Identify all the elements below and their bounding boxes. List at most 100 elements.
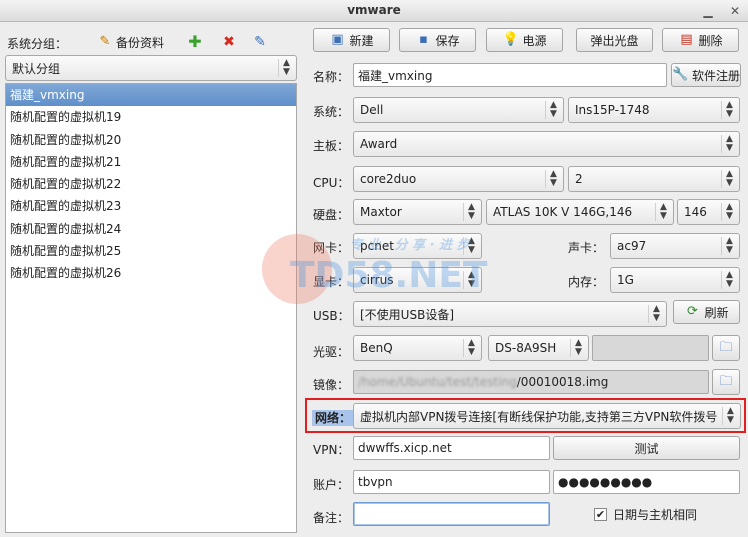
vm-list[interactable]: 福建_vmxing 随机配置的虚拟机19 随机配置的虚拟机20 随机配置的虚拟机… bbox=[5, 83, 297, 533]
system-vendor-select[interactable]: Dell ▲ ▼ bbox=[353, 97, 564, 123]
list-item[interactable]: 随机配置的虚拟机21 bbox=[6, 151, 296, 173]
cpu-label: CPU： bbox=[313, 176, 350, 190]
list-item[interactable]: 福建_vmxing bbox=[6, 84, 296, 107]
mem-value: 1G bbox=[617, 273, 634, 287]
optical-label: 光驱： bbox=[313, 345, 350, 359]
delete-button[interactable]: ▤ 删除 bbox=[662, 28, 739, 52]
password-field[interactable]: ●●●●●●●●● bbox=[553, 470, 740, 494]
account-field[interactable]: tbvpn bbox=[353, 470, 550, 494]
disk-model-select[interactable]: ATLAS 10K V 146G,146 ▲ ▼ bbox=[486, 199, 674, 225]
network-label: 网络： bbox=[312, 409, 355, 426]
combo-arrow-icon: ▲ ▼ bbox=[570, 339, 584, 357]
account-label: 账户： bbox=[313, 478, 350, 492]
minimize-icon[interactable]: ▁ bbox=[700, 3, 716, 19]
board-value: Award bbox=[360, 137, 398, 151]
delete-group-icon[interactable]: ✖ bbox=[221, 34, 237, 50]
new-label: 新建 bbox=[349, 33, 374, 48]
test-label: 测试 bbox=[634, 441, 659, 456]
nic-label: 网卡： bbox=[313, 241, 350, 255]
optical-vendor-value: BenQ bbox=[360, 341, 393, 355]
disk-label: 硬盘： bbox=[313, 208, 350, 222]
list-item[interactable]: 随机配置的虚拟机25 bbox=[6, 240, 296, 262]
disk-vendor-select[interactable]: Maxtor ▲ ▼ bbox=[353, 199, 482, 225]
cpu-count-value: 2 bbox=[575, 172, 583, 186]
new-icon: ▣ bbox=[331, 32, 344, 47]
list-item[interactable]: 随机配置的虚拟机20 bbox=[6, 129, 296, 151]
checkbox-checked-icon: ✔ bbox=[594, 508, 607, 521]
list-item[interactable]: 随机配置的虚拟机22 bbox=[6, 173, 296, 195]
sync-date-label: 日期与主机相同 bbox=[613, 508, 698, 522]
combo-arrow-icon: ▲ ▼ bbox=[655, 203, 669, 221]
name-label: 名称： bbox=[313, 70, 350, 84]
edit-group-icon[interactable]: ✎ bbox=[252, 34, 268, 50]
network-select[interactable]: 虚拟机内部VPN拨号连接[有断线保护功能,支持第三方VPN软件拨号 ▲ ▼ bbox=[353, 403, 741, 429]
network-label-text: 网络： bbox=[312, 410, 355, 426]
list-item[interactable]: 随机配置的虚拟机23 bbox=[6, 195, 296, 217]
power-button[interactable]: 💡 电源 bbox=[486, 28, 563, 52]
combo-arrow-icon: ▲ ▼ bbox=[463, 271, 477, 289]
combo-arrow-icon: ▲ ▼ bbox=[278, 59, 292, 77]
mem-select[interactable]: 1G ▲ ▼ bbox=[610, 267, 740, 293]
backup-button[interactable]: ✎ 备份资料 bbox=[97, 31, 164, 53]
image-browse-button[interactable]: 🗀 bbox=[712, 369, 740, 395]
mem-label: 内存： bbox=[568, 275, 605, 289]
combo-arrow-icon: ▲ ▼ bbox=[545, 101, 559, 119]
cpu-model-select[interactable]: core2duo ▲ ▼ bbox=[353, 166, 564, 192]
group-select-value: 默认分组 bbox=[12, 61, 61, 76]
delete-label: 删除 bbox=[698, 33, 723, 48]
sound-select[interactable]: ac97 ▲ ▼ bbox=[610, 233, 740, 259]
combo-arrow-icon: ▲ ▼ bbox=[721, 101, 735, 119]
group-select[interactable]: 默认分组 ▲ ▼ bbox=[5, 55, 297, 81]
window-title: vmware bbox=[347, 3, 401, 17]
new-button[interactable]: ▣ 新建 bbox=[313, 28, 390, 52]
group-label: 系统分组： bbox=[7, 37, 68, 51]
list-item[interactable]: 随机配置的虚拟机26 bbox=[6, 262, 296, 284]
register-button[interactable]: 🔧 软件注册 bbox=[671, 63, 741, 87]
disk-size-select[interactable]: 146 ▲ ▼ bbox=[677, 199, 740, 225]
save-label: 保存 bbox=[435, 33, 460, 48]
image-path-visible: /00010018.img bbox=[516, 375, 609, 389]
combo-arrow-icon: ▲ ▼ bbox=[463, 339, 477, 357]
bulb-icon: 💡 bbox=[502, 32, 519, 47]
delete-icon: ▤ bbox=[680, 32, 693, 47]
system-model-value: Ins15P-1748 bbox=[575, 103, 650, 117]
vpn-label: VPN： bbox=[313, 443, 350, 457]
test-button[interactable]: 测试 bbox=[553, 436, 740, 460]
network-value: 虚拟机内部VPN拨号连接[有断线保护功能,支持第三方VPN软件拨号 bbox=[360, 409, 718, 424]
video-label: 显卡： bbox=[313, 275, 350, 289]
name-field[interactable]: 福建_vmxing bbox=[353, 63, 667, 87]
video-select[interactable]: cirrus ▲ ▼ bbox=[353, 267, 482, 293]
system-vendor-value: Dell bbox=[360, 103, 384, 117]
optical-model-select[interactable]: DS-8A9SH ▲ ▼ bbox=[488, 335, 589, 361]
optical-path-field bbox=[592, 335, 709, 361]
vpn-field[interactable]: dwwffs.xicp.net bbox=[353, 436, 550, 460]
sync-date-checkbox[interactable]: ✔ 日期与主机相同 bbox=[594, 506, 697, 523]
refresh-button[interactable]: ⟳ 刷新 bbox=[673, 300, 740, 324]
note-field[interactable] bbox=[353, 502, 550, 526]
combo-arrow-icon: ▲ ▼ bbox=[463, 237, 477, 255]
list-item[interactable]: 随机配置的虚拟机19 bbox=[6, 106, 296, 128]
eject-label: 弹出光盘 bbox=[590, 33, 639, 48]
note-label: 备注： bbox=[313, 511, 350, 525]
usb-select[interactable]: [不使用USB设备] ▲ ▼ bbox=[353, 301, 667, 327]
nic-select[interactable]: pcnet ▲ ▼ bbox=[353, 233, 482, 259]
board-select[interactable]: Award ▲ ▼ bbox=[353, 131, 740, 157]
save-button[interactable]: ▪ 保存 bbox=[399, 28, 476, 52]
combo-arrow-icon: ▲ ▼ bbox=[463, 203, 477, 221]
optical-browse-button[interactable]: 🗀 bbox=[712, 335, 740, 361]
disk-vendor-value: Maxtor bbox=[360, 205, 402, 219]
optical-vendor-select[interactable]: BenQ ▲ ▼ bbox=[353, 335, 482, 361]
combo-arrow-icon: ▲ ▼ bbox=[648, 305, 662, 323]
refresh-icon: ⟳ bbox=[687, 304, 698, 319]
usb-label: USB： bbox=[313, 309, 350, 323]
register-icon: 🔧 bbox=[672, 67, 689, 82]
add-group-icon[interactable]: ✚ bbox=[187, 34, 203, 50]
list-item[interactable]: 随机配置的虚拟机24 bbox=[6, 218, 296, 240]
cpu-count-select[interactable]: 2 ▲ ▼ bbox=[568, 166, 740, 192]
disk-model-value: ATLAS 10K V 146G,146 bbox=[493, 205, 633, 219]
close-icon[interactable]: ✕ bbox=[727, 3, 743, 19]
title-bar: vmware ▁ ✕ bbox=[0, 0, 748, 22]
eject-button[interactable]: 弹出光盘 bbox=[576, 28, 653, 52]
system-model-select[interactable]: Ins15P-1748 ▲ ▼ bbox=[568, 97, 740, 123]
image-path-field[interactable]: /home/Ubuntu/test/testing /00010018.img bbox=[353, 370, 709, 394]
